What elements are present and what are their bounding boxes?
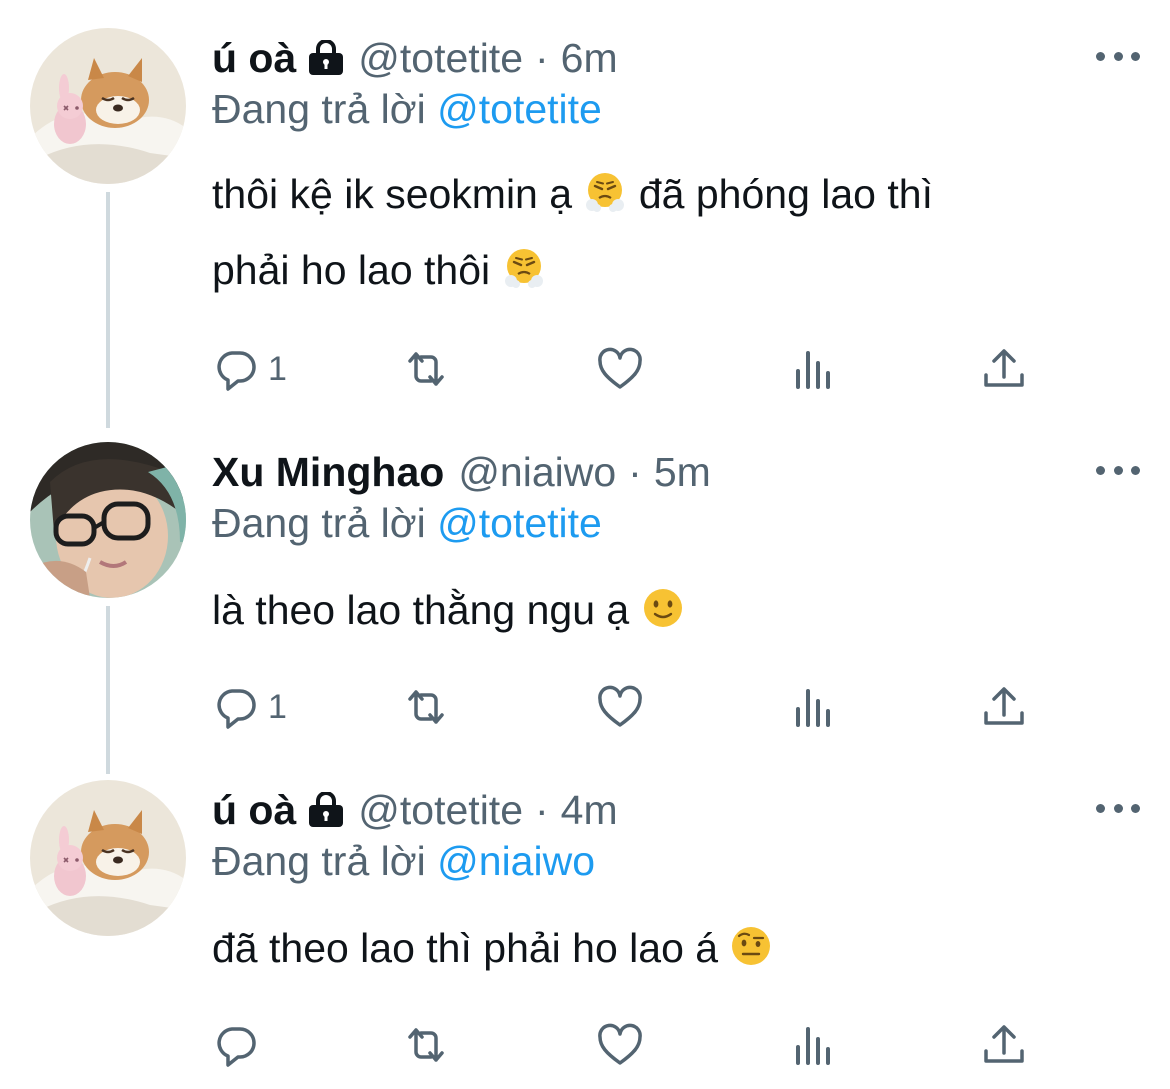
reply-button[interactable]: 1 <box>212 682 287 732</box>
tweet-text: thôi kệ ik seokmin ạ đã phóng lao thì ph… <box>212 156 933 308</box>
timestamp[interactable]: 5m <box>654 449 711 496</box>
separator-dot: · <box>628 448 642 495</box>
tweet-line: là theo lao thằng ngu ạ <box>212 587 630 633</box>
retweet-icon <box>408 352 444 386</box>
avatar-image <box>30 780 186 936</box>
mention-link[interactable]: @totetite <box>437 86 602 132</box>
avatar-image <box>30 442 186 598</box>
separator-dot: · <box>535 786 549 833</box>
analytics-button[interactable] <box>788 344 836 394</box>
heart-icon <box>598 1023 642 1065</box>
share-button[interactable] <box>980 1020 1028 1070</box>
retweet-button[interactable] <box>402 682 450 732</box>
heart-icon <box>598 685 642 727</box>
lock-icon <box>306 40 346 76</box>
like-button[interactable] <box>596 1020 644 1070</box>
raised-eyebrow-emoji <box>729 924 773 968</box>
avatar-niaiwo[interactable] <box>30 442 186 598</box>
like-button[interactable] <box>596 682 644 732</box>
analytics-icon <box>796 1027 830 1065</box>
tweet-line: thôi kệ ik seokmin ạ <box>212 171 573 217</box>
replying-to: Đang trả lời @niaiwo <box>212 838 595 885</box>
tweet-text: là theo lao thằng ngu ạ <box>212 572 685 648</box>
analytics-icon <box>796 351 830 389</box>
like-button[interactable] <box>596 344 644 394</box>
replying-label: Đang trả lời <box>212 86 438 132</box>
tweet-actions: 1 <box>212 344 1052 394</box>
share-icon <box>984 687 1024 725</box>
avatar-totetite[interactable] <box>30 28 186 184</box>
analytics-button[interactable] <box>788 1020 836 1070</box>
analytics-icon <box>796 689 830 727</box>
tweet-header: Xu Minghao @niaiwo · 5m <box>212 444 711 500</box>
display-name[interactable]: ú oà <box>212 35 296 82</box>
share-icon <box>984 349 1024 387</box>
retweet-button[interactable] <box>402 344 450 394</box>
reply-count: 1 <box>268 687 287 726</box>
tweet-header: ú oà @totetite · 6m <box>212 30 618 86</box>
tweet-line: phải ho lao thôi <box>212 247 491 293</box>
retweet-button[interactable] <box>402 1020 450 1070</box>
reply-icon <box>217 1027 256 1067</box>
display-name[interactable]: Xu Minghao <box>212 449 444 496</box>
lock-icon <box>306 792 346 828</box>
display-name[interactable]: ú oà <box>212 787 296 834</box>
avatar-image <box>30 28 186 184</box>
timestamp[interactable]: 6m <box>561 35 618 82</box>
username[interactable]: @niaiwo <box>458 449 616 496</box>
heart-icon <box>598 347 642 389</box>
avatar-totetite[interactable] <box>30 780 186 936</box>
username[interactable]: @totetite <box>358 35 523 82</box>
more-options-icon[interactable] <box>1096 798 1140 818</box>
reply-icon <box>217 689 256 729</box>
retweet-icon <box>408 690 444 724</box>
retweet-icon <box>408 1028 444 1062</box>
mention-link[interactable]: @niaiwo <box>437 838 595 884</box>
username[interactable]: @totetite <box>358 787 523 834</box>
mention-link[interactable]: @totetite <box>437 500 602 546</box>
tweet-actions: 1 <box>212 682 1052 732</box>
steam-from-nose-emoji <box>583 170 627 214</box>
tweet-actions <box>212 1020 1052 1070</box>
reply-button[interactable] <box>212 1020 268 1070</box>
separator-dot: · <box>535 34 549 81</box>
thread-line <box>106 606 110 774</box>
tweet-line: đã theo lao thì phải ho lao á <box>212 925 719 971</box>
tweet-header: ú oà @totetite · 4m <box>212 782 618 838</box>
steam-from-nose-emoji <box>502 246 546 290</box>
thread-line <box>106 192 110 428</box>
replying-to: Đang trả lời @totetite <box>212 500 602 547</box>
slightly-smiling-emoji <box>641 586 685 630</box>
more-options-icon[interactable] <box>1096 46 1140 66</box>
more-options-icon[interactable] <box>1096 460 1140 480</box>
reply-count: 1 <box>268 349 287 388</box>
share-button[interactable] <box>980 344 1028 394</box>
analytics-button[interactable] <box>788 682 836 732</box>
share-button[interactable] <box>980 682 1028 732</box>
share-icon <box>984 1025 1024 1063</box>
replying-to: Đang trả lời @totetite <box>212 86 602 133</box>
reply-button[interactable]: 1 <box>212 344 287 394</box>
tweet-text: đã theo lao thì phải ho lao á <box>212 910 773 986</box>
tweet-line: đã phóng lao thì <box>638 171 933 217</box>
replying-label: Đang trả lời <box>212 838 438 884</box>
timestamp[interactable]: 4m <box>561 787 618 834</box>
replying-label: Đang trả lời <box>212 500 438 546</box>
reply-icon <box>217 351 256 391</box>
